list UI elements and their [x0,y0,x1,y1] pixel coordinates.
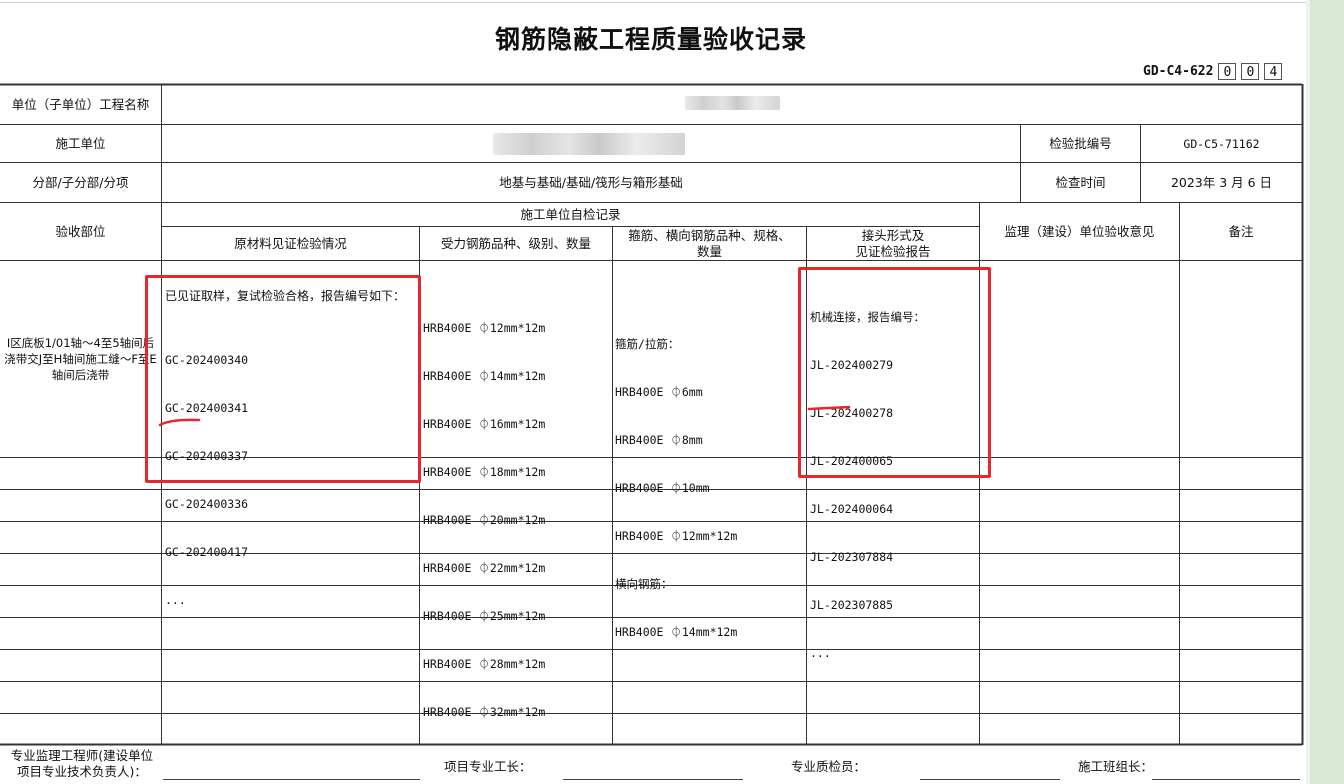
inspector-label: 专业质检员： [791,759,867,774]
team-leader-label: 施工班组长： [1078,759,1154,774]
signature-line [1152,779,1300,780]
supervising-engineer-label: 专业监理工程师(建设单位 项目专业技术负责人)： [3,748,161,780]
supervising-engineer-line1: 专业监理工程师(建设单位 [10,748,154,763]
signature-line [163,779,420,780]
foreman-label: 项目专业工长： [444,759,532,774]
annotation-underlines [158,405,851,427]
supervising-engineer-line2: 项目专业技术负责人)： [17,764,147,779]
signature-line [920,779,1060,780]
signature-line [563,779,743,780]
